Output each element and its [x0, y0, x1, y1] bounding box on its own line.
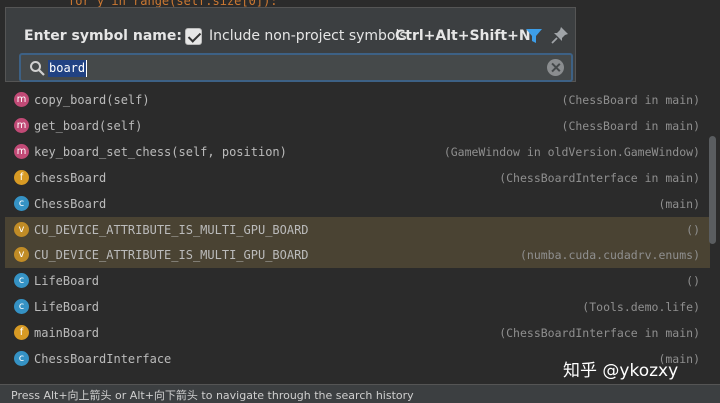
include-non-project-label[interactable]: Include non-project symbols [209, 28, 407, 44]
symbol-context: () [686, 274, 700, 289]
symbol-name: key_board_set_chess(self, position) [34, 144, 287, 159]
symbol-kind-v-icon: v [14, 247, 29, 263]
symbol-context: (numba.cuda.cudadrv.enums) [519, 248, 700, 263]
symbol-name: CU_DEVICE_ATTRIBUTE_IS_MULTI_GPU_BOARD [34, 248, 309, 263]
symbol-kind-v-icon: v [14, 221, 29, 237]
search-icon [30, 61, 45, 76]
symbol-kind-m-icon: m [14, 92, 29, 107]
symbol-results-list: m copy_board(self) (ChessBoard in main) m ge… [5, 84, 720, 384]
enter-symbol-label: Enter symbol name: [24, 28, 182, 44]
result-row[interactable]: f mainBoard (ChessBoardInterface in main) [5, 320, 710, 346]
symbol-name: mainBoard [34, 326, 100, 341]
symbol-context: (GameWindow in oldVersion.GameWindow) [443, 144, 700, 159]
symbol-context: (ChessBoardInterface in main) [499, 326, 700, 341]
clear-search-icon[interactable] [547, 59, 564, 76]
symbol-name: get_board(self) [34, 118, 143, 133]
symbol-kind-m-icon: m [14, 117, 29, 133]
symbol-kind-f-icon: f [14, 325, 29, 341]
symbol-kind-c-icon: c [14, 299, 29, 315]
search-input-value[interactable]: board [48, 60, 88, 77]
result-row[interactable]: c ChessBoard (main) [5, 191, 710, 217]
symbol-context: (ChessBoardInterface in main) [499, 170, 700, 185]
watermark-text: 知乎 @ykozxy [563, 361, 679, 381]
symbol-search-box[interactable]: board [19, 53, 573, 82]
symbol-name: LifeBoard [34, 274, 100, 289]
search-history-hint: Press Alt+向上箭头 or Alt+向下箭头 to navigate t… [11, 389, 414, 402]
shortcut-hint: Ctrl+Alt+Shift+N [395, 28, 531, 44]
symbol-kind-f-icon: f [14, 169, 29, 185]
symbol-name: CU_DEVICE_ATTRIBUTE_IS_MULTI_GPU_BOARD [34, 222, 309, 237]
status-bar: Press Alt+向上箭头 or Alt+向下箭头 to navigate t… [0, 384, 720, 403]
symbol-context: () [686, 222, 700, 237]
result-row[interactable]: c LifeBoard () [5, 268, 710, 294]
result-row[interactable]: m copy_board(self) (ChessBoard in main) [5, 87, 710, 113]
symbol-name: chessBoard [34, 170, 107, 185]
symbol-kind-c-icon: c [14, 351, 29, 366]
result-row[interactable]: c LifeBoard (Tools.demo.life) [5, 294, 710, 320]
symbol-kind-c-icon: c [14, 273, 29, 289]
symbol-kind-m-icon: m [14, 143, 29, 159]
symbol-name: ChessBoardInterface [34, 352, 172, 366]
pin-icon[interactable] [551, 26, 569, 44]
symbol-kind-c-icon: c [14, 195, 29, 211]
symbol-context: (main) [658, 196, 700, 211]
symbol-name: ChessBoard [34, 196, 107, 211]
result-row[interactable]: v CU_DEVICE_ATTRIBUTE_IS_MULTI_GPU_BOARD (… [5, 242, 710, 269]
results-scrollbar[interactable] [709, 136, 716, 244]
symbol-name: LifeBoard [34, 300, 100, 315]
result-row[interactable]: f chessBoard (ChessBoardInterface in main) [5, 165, 710, 191]
goto-symbol-popup-header: Enter symbol name: Include non-project s… [5, 7, 576, 82]
include-non-project-checkbox[interactable] [185, 28, 202, 45]
result-row[interactable]: m key_board_set_chess(self, position) (Gam… [5, 139, 710, 165]
symbol-context: (ChessBoard in main) [561, 93, 700, 107]
filter-icon[interactable] [525, 27, 543, 45]
result-row[interactable]: m get_board(self) (ChessBoard in main) [5, 113, 710, 139]
result-row[interactable]: v CU_DEVICE_ATTRIBUTE_IS_MULTI_GPU_BOARD (… [5, 216, 710, 243]
symbol-context: (Tools.demo.life) [582, 300, 700, 315]
symbol-name: copy_board(self) [34, 93, 150, 107]
symbol-context: (ChessBoard in main) [561, 118, 700, 133]
